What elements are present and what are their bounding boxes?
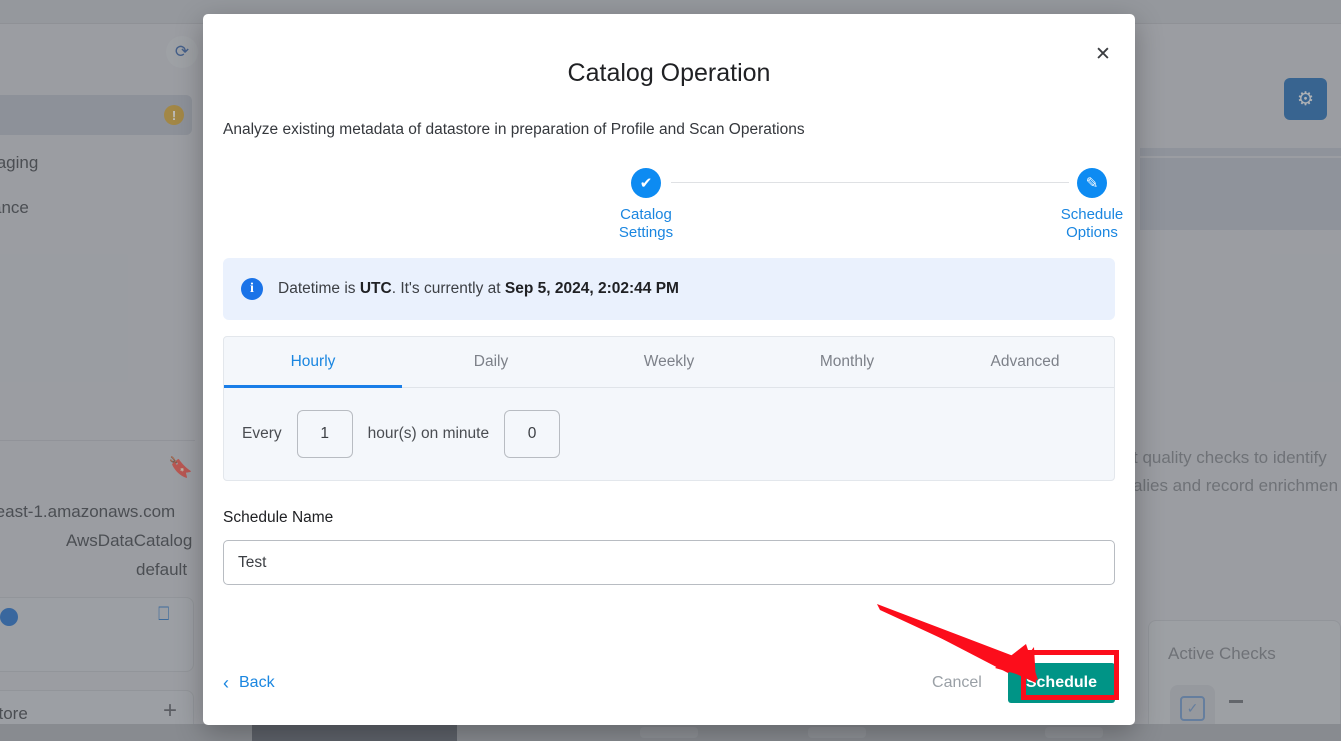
tab-weekly[interactable]: Weekly [580,337,758,387]
chevron-left-icon: ‹ [223,672,229,693]
check-icon: ✔ [631,168,661,198]
stepper: ✔ Catalog Settings ✎ Schedule Options [203,168,1135,258]
close-icon[interactable]: ✕ [1087,38,1119,70]
schedule-name-label: Schedule Name [223,509,334,526]
tab-monthly[interactable]: Monthly [758,337,936,387]
datetime-timezone: UTC [359,280,392,297]
hourly-schedule-body: Every 1 hour(s) on minute 0 [224,388,1114,480]
schedule-frequency-card: Hourly Daily Weekly Monthly Advanced Eve… [223,336,1115,481]
datetime-prefix: Datetime is [278,280,360,297]
stepper-connector-line [671,182,1069,183]
tab-hourly[interactable]: Hourly [224,337,402,387]
datetime-value: Sep 5, 2024, 2:02:44 PM [504,280,679,297]
info-icon: i [241,278,263,300]
datetime-middle: . It's currently at [391,280,505,297]
schedule-tabs: Hourly Daily Weekly Monthly Advanced [224,337,1114,388]
schedule-name-input[interactable] [223,540,1115,585]
datetime-info-banner: i Datetime is UTC. It's currently at Sep… [223,258,1115,320]
minute-input[interactable]: 0 [504,410,561,458]
active-tab-indicator [224,385,402,388]
hours-on-minute-label: hour(s) on minute [367,425,490,442]
tab-advanced[interactable]: Advanced [936,337,1114,387]
tab-daily[interactable]: Daily [402,337,580,387]
stepper-step-schedule-options[interactable]: ✎ Schedule Options [1012,168,1135,242]
back-button-label: Back [239,674,275,691]
dialog-subtitle: Analyze existing metadata of datastore i… [223,121,805,138]
stepper-step-1-line1: Catalog [620,206,672,223]
pencil-icon: ✎ [1077,168,1107,198]
cancel-button[interactable]: Cancel [932,674,982,692]
every-label: Every [242,425,282,442]
stepper-step-catalog-settings[interactable]: ✔ Catalog Settings [566,168,726,242]
datetime-info-text: Datetime is UTC. It's currently at Sep 5… [278,280,679,298]
stepper-step-2-line1: Schedule [1060,206,1124,223]
stepper-step-2-line2: Options [1066,224,1118,241]
catalog-operation-dialog: ✕ Catalog Operation Analyze existing met… [203,14,1135,725]
back-button[interactable]: ‹ Back [223,673,275,694]
dialog-footer: ‹ Back Cancel Schedule [203,641,1135,725]
schedule-button[interactable]: Schedule [1007,663,1115,703]
interval-hours-input[interactable]: 1 [296,410,353,458]
stepper-step-1-line2: Settings [618,224,674,241]
dialog-title: Catalog Operation [567,59,771,87]
